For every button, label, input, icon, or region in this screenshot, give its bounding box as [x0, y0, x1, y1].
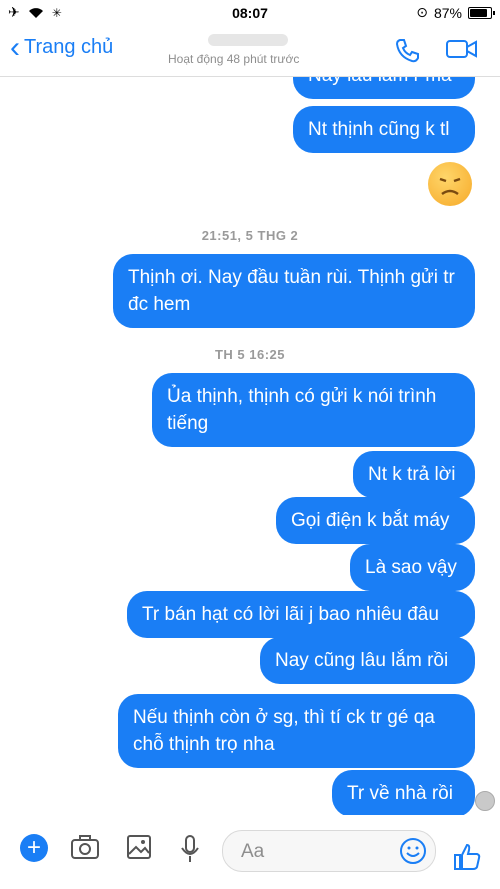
disappointed-emoji	[428, 162, 472, 206]
message-input[interactable]: Aa	[222, 830, 436, 872]
timestamp: TH 5 16:25	[214, 347, 286, 362]
battery-icon	[468, 6, 495, 19]
contact-name-blurred	[208, 34, 288, 46]
phone-icon[interactable]	[394, 38, 420, 64]
back-label: Trang chủ	[24, 36, 114, 58]
status-bar: ✈ ✳ 08:07 ⊙ 87%	[0, 0, 500, 26]
add-icon[interactable]: +	[20, 834, 48, 862]
message-bubble[interactable]: Tr bán hạt có lời lãi j bao nhiêu đâu	[127, 591, 475, 638]
message-bubble[interactable]: Tr về nhà rồi	[332, 770, 475, 815]
message-bubble[interactable]: Nt thịnh cũng k tl	[293, 106, 475, 153]
camera-icon[interactable]	[70, 834, 100, 860]
timestamp: 21:51, 5 THG 2	[201, 228, 299, 243]
message-bubble[interactable]: Nt k trả lời	[353, 451, 475, 498]
battery-percent: 87%	[433, 4, 462, 21]
message-bubble[interactable]: Ủa thịnh, thịnh có gửi k nói trình tiếng	[152, 373, 475, 447]
back-button[interactable]: ‹ Trang chủ	[10, 30, 114, 64]
message-bubble[interactable]: Gọi điện k bắt máy	[276, 497, 475, 544]
thumbs-up-icon[interactable]	[452, 842, 482, 872]
image-icon[interactable]	[126, 834, 152, 860]
message-bubble[interactable]: Nay lâu lắm r mà	[293, 77, 475, 99]
message-bubble[interactable]: Là sao vậy	[350, 544, 475, 591]
emoji-icon[interactable]	[399, 837, 427, 865]
message-bubble[interactable]: Nay cũng lâu lắm rồi	[260, 637, 475, 684]
status-right: ⊙ 87%	[416, 4, 495, 21]
seen-avatar	[475, 791, 495, 811]
activity-status: Hoạt động 48 phút trước	[168, 52, 300, 66]
microphone-icon[interactable]	[180, 834, 200, 864]
message-thread[interactable]: Nay lâu lắm r mà Nt thịnh cũng k tl 21:5…	[0, 77, 500, 815]
video-call-icon[interactable]	[446, 38, 478, 60]
header-actions	[394, 38, 478, 64]
chevron-left-icon: ‹	[10, 30, 20, 64]
contact-title[interactable]: Hoạt động 48 phút trước	[168, 34, 328, 66]
orientation-lock-icon: ⊙	[416, 4, 428, 20]
composer-bar: + Aa	[0, 826, 500, 889]
message-bubble[interactable]: Nếu thịnh còn ở sg, thì tí ck tr gé qa c…	[118, 694, 475, 768]
message-bubble[interactable]: Thịnh ơi. Nay đầu tuần rùi. Thịnh gửi tr…	[113, 254, 475, 328]
conversation-header: ‹ Trang chủ Hoạt động 48 phút trước	[0, 26, 500, 77]
input-placeholder: Aa	[241, 841, 265, 862]
